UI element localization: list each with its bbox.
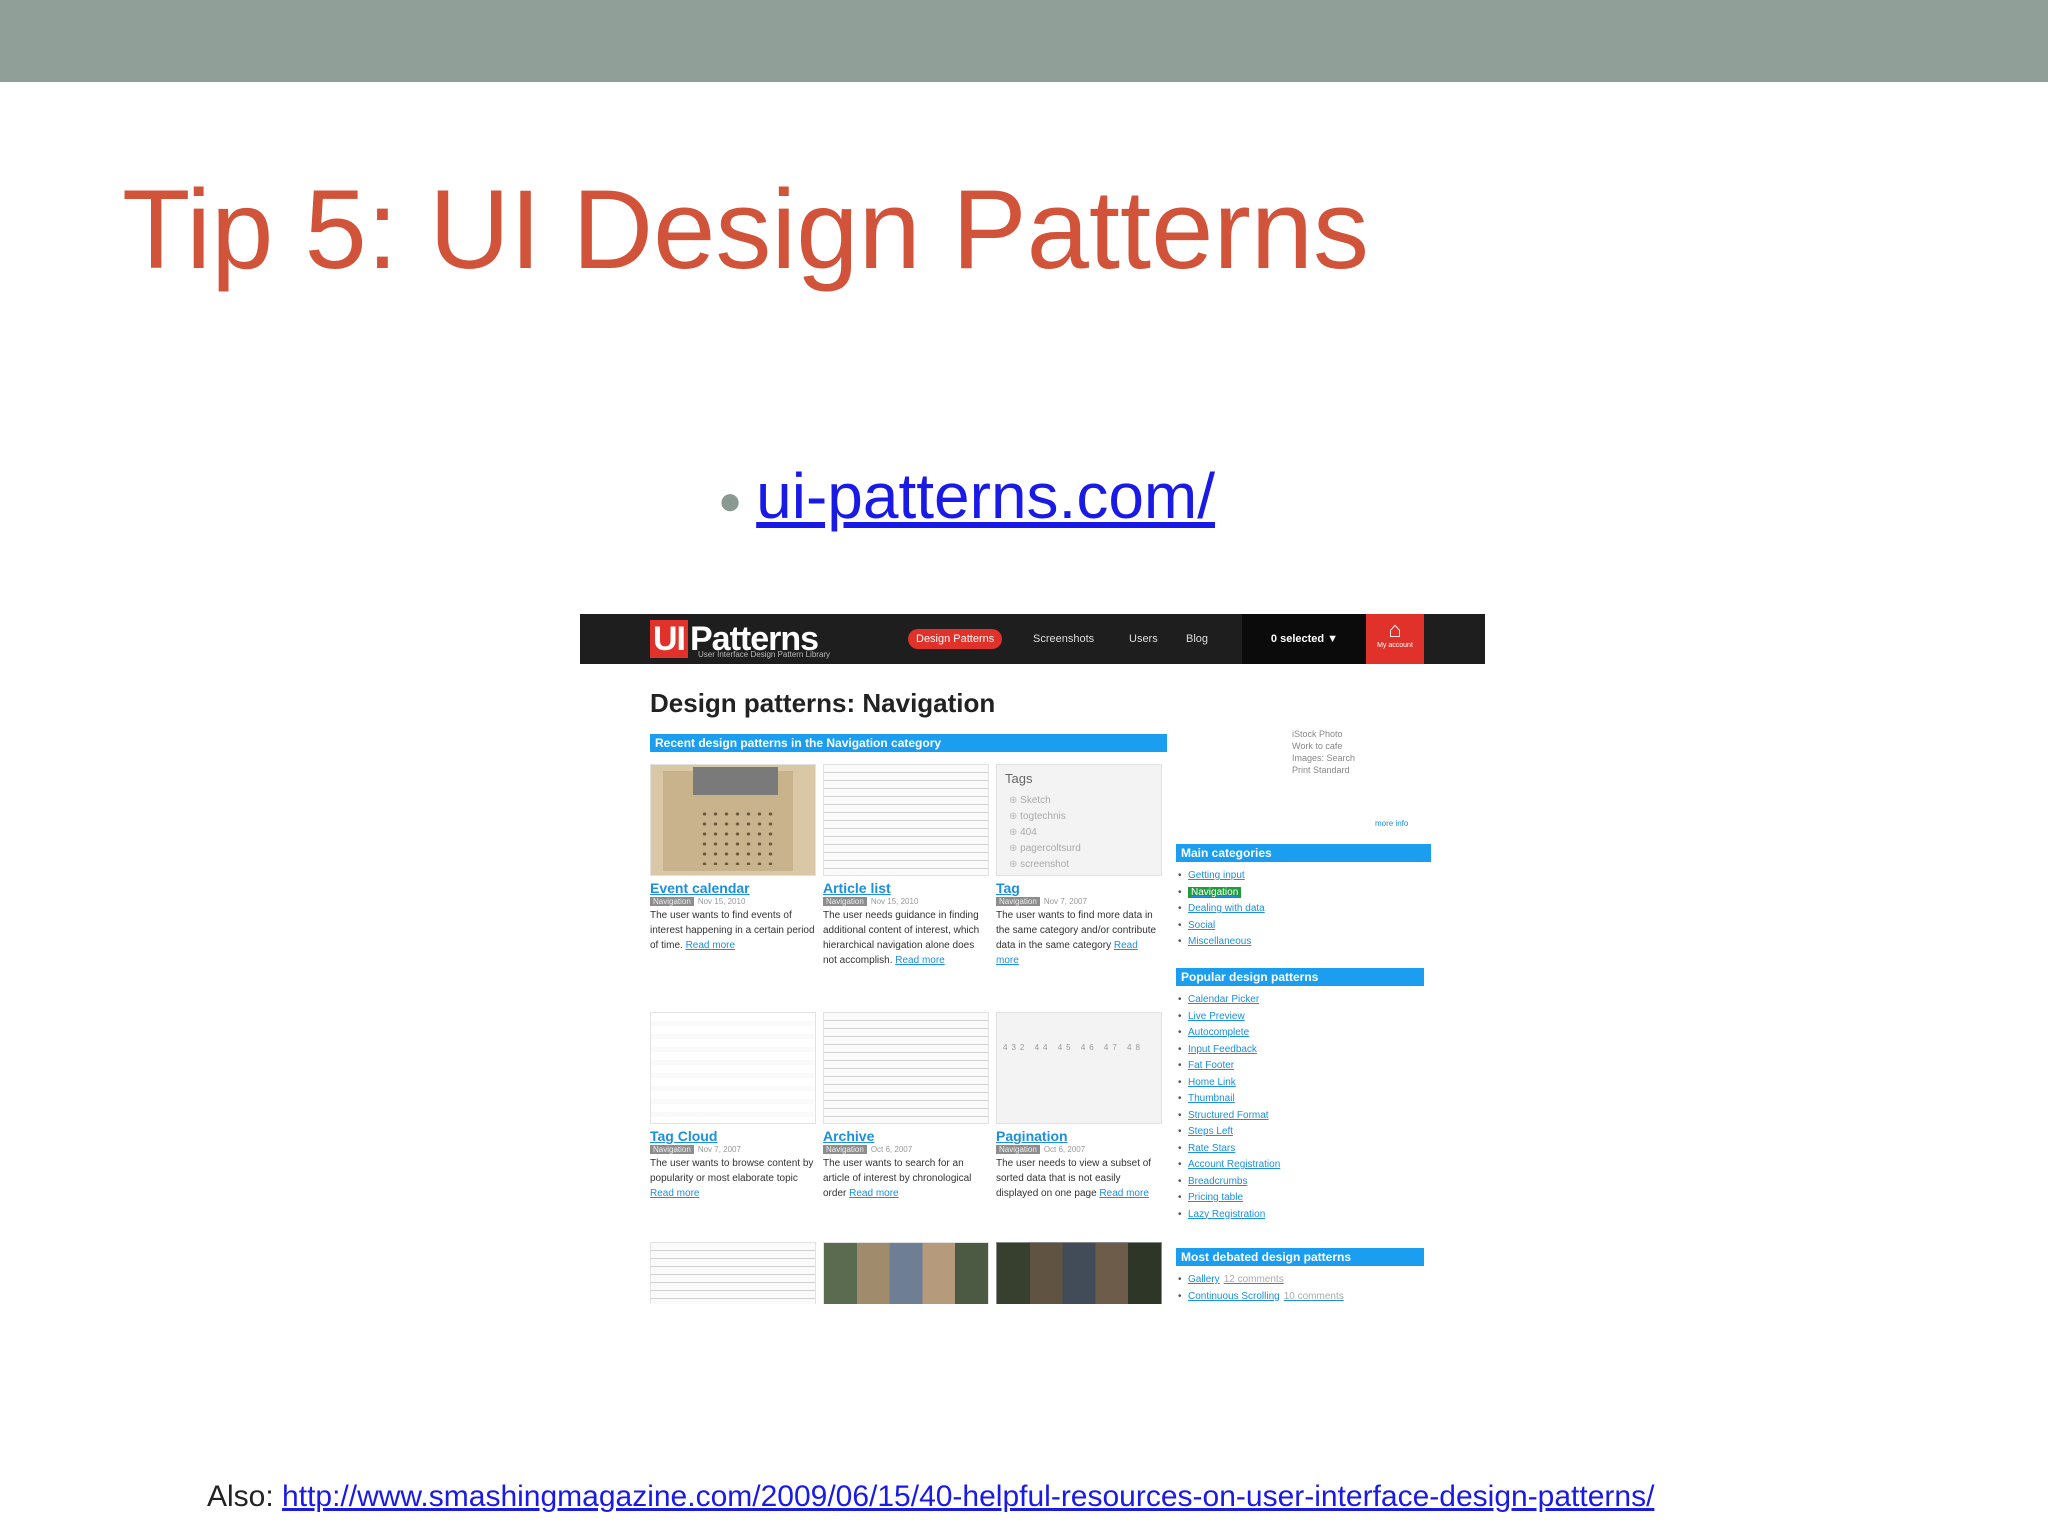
popular-pattern-link[interactable]: Lazy Registration [1178,1207,1280,1224]
pattern-meta: Navigation Nov 7, 2007 [650,1145,816,1154]
article-list-thumbnail[interactable] [823,764,989,876]
pattern-card: Archive Navigation Oct 6, 2007 The user w… [823,1012,989,1201]
tag-item: Sketch [1009,795,1051,806]
pattern-meta: Navigation Nov 15, 2010 [650,897,816,906]
main-categories-list: Getting input Navigation Dealing with da… [1178,868,1265,951]
read-more-link[interactable]: Read more [849,1188,898,1199]
nav-tab-design-patterns[interactable]: Design Patterns [908,629,1003,649]
debated-patterns-heading: Most debated design patterns [1176,1248,1424,1266]
pattern-card: Event calendar Navigation Nov 15, 2010 Th… [650,764,816,953]
site-logo-tagline: User Interface Design Pattern Library [698,650,831,659]
popular-pattern-link[interactable]: Input Feedback [1178,1042,1280,1059]
ui-patterns-screenshot: UI Patterns User Interface Design Pattern… [580,614,1485,1304]
pagination-thumbnail[interactable]: 432 44 45 46 47 48 [996,1012,1162,1124]
bullet-item: ● ui-patterns.com/ [718,458,1215,535]
bullet-dot-icon: ● [718,479,743,524]
popular-pattern-link[interactable]: Autocomplete [1178,1025,1280,1042]
also-line: Also: http://www.smashingmagazine.com/20… [207,1480,1654,1514]
popular-pattern-link[interactable]: Steps Left [1178,1124,1280,1141]
tags-heading: Tags [1005,771,1033,786]
also-label: Also: [207,1480,274,1513]
pattern-title-link[interactable]: Article list [823,880,989,896]
pagination-numbers: 432 44 45 46 47 48 [1003,1043,1144,1052]
sidebar-ad[interactable]: iStock Photo Work to cafe Images: Search… [1292,728,1355,776]
read-more-link[interactable]: Read more [686,940,735,951]
debated-pattern-link[interactable]: Continuous Scrolling10 comments [1178,1289,1344,1305]
recent-patterns-bar: Recent design patterns in the Navigation… [650,734,1167,752]
debated-patterns-list: Gallery12 comments Continuous Scrolling1… [1178,1272,1344,1304]
my-account-label: My account [1377,642,1413,649]
page-heading: Design patterns: Navigation [650,688,996,718]
nav-tab-users[interactable]: Users [1121,629,1166,649]
popular-pattern-link[interactable]: Fat Footer [1178,1058,1280,1075]
popular-pattern-link[interactable]: Rate Stars [1178,1141,1280,1158]
pattern-title-link[interactable]: Pagination [996,1128,1162,1144]
pattern-meta: Navigation Oct 6, 2007 [996,1145,1162,1154]
popular-pattern-link[interactable]: Home Link [1178,1075,1280,1092]
pattern-card: Tags Sketch togtechnis 404 pagercoltsurd… [996,764,1162,968]
popular-pattern-link[interactable]: Pricing table [1178,1190,1280,1207]
read-more-link[interactable]: Read more [895,955,944,966]
selected-dropdown[interactable]: 0 selected ▼ [1242,614,1367,664]
sidebar-more-link[interactable]: more info [1375,819,1408,828]
tag-item: pagercoltsurd [1009,843,1081,854]
popular-patterns-heading: Popular design patterns [1176,968,1424,986]
category-link[interactable]: Social [1178,918,1265,935]
popular-pattern-link[interactable]: Breadcrumbs [1178,1174,1280,1191]
category-link[interactable]: Dealing with data [1178,901,1265,918]
pattern-description: The user needs to view a subset of sorte… [996,1158,1152,1199]
tag-cloud-thumbnail[interactable] [650,1012,816,1124]
pattern-card: Tag Cloud Navigation Nov 7, 2007 The user… [650,1012,816,1201]
pattern-description: The user wants to browse content by popu… [650,1158,814,1199]
debated-pattern-link[interactable]: Gallery12 comments [1178,1272,1344,1289]
pattern-thumbnail[interactable] [650,1242,816,1304]
smashing-magazine-link[interactable]: http://www.smashingmagazine.com/2009/06/… [282,1480,1654,1513]
pattern-thumbnail[interactable] [996,1242,1162,1304]
pattern-title-link[interactable]: Tag [996,880,1162,896]
popular-pattern-link[interactable]: Live Preview [1178,1009,1280,1026]
event-calendar-thumbnail[interactable] [650,764,816,876]
nav-tab-blog[interactable]: Blog [1178,629,1216,649]
read-more-link[interactable]: Read more [1099,1188,1148,1199]
pattern-description: The user needs guidance in finding addit… [823,910,980,966]
tag-item: togtechnis [1009,811,1066,822]
popular-pattern-link[interactable]: Thumbnail [1178,1091,1280,1108]
nav-tab-screenshots[interactable]: Screenshots [1025,629,1102,649]
pattern-meta: Navigation Oct 6, 2007 [823,1145,989,1154]
popular-patterns-list: Calendar Picker Live Preview Autocomplet… [1178,992,1280,1223]
tag-thumbnail[interactable]: Tags Sketch togtechnis 404 pagercoltsurd… [996,764,1162,876]
pattern-title-link[interactable]: Archive [823,1128,989,1144]
ui-patterns-link[interactable]: ui-patterns.com/ [756,460,1215,532]
popular-pattern-link[interactable]: Account Registration [1178,1157,1280,1174]
pattern-description: The user wants to find more data in the … [996,910,1157,966]
main-categories-heading: Main categories [1176,844,1431,862]
category-link[interactable]: Miscellaneous [1178,934,1265,951]
category-link[interactable]: Getting input [1178,868,1265,885]
tag-item: 404 [1009,827,1037,838]
archive-thumbnail[interactable] [823,1012,989,1124]
pattern-card: 432 44 45 46 47 48 Pagination Navigation… [996,1012,1162,1201]
pattern-title-link[interactable]: Event calendar [650,880,816,896]
category-link-active[interactable]: Navigation [1178,885,1265,902]
home-icon: ⌂ [1388,617,1402,642]
my-account-button[interactable]: ⌂ My account [1366,614,1424,664]
pattern-card: Article list Navigation Nov 15, 2010 The … [823,764,989,968]
pattern-title-link[interactable]: Tag Cloud [650,1128,816,1144]
popular-pattern-link[interactable]: Structured Format [1178,1108,1280,1125]
tag-item: screenshot [1009,859,1069,870]
pattern-meta: Navigation Nov 15, 2010 [823,897,989,906]
slide-title: Tip 5: UI Design Patterns [122,167,1370,292]
popular-pattern-link[interactable]: Calendar Picker [1178,992,1280,1009]
pattern-meta: Navigation Nov 7, 2007 [996,897,1162,906]
slide-top-bar [0,0,2048,82]
read-more-link[interactable]: Read more [650,1188,699,1199]
pattern-description: The user wants to search for an article … [823,1158,972,1199]
site-nav-bar: UI Patterns User Interface Design Pattern… [580,614,1485,664]
pattern-description: The user wants to find events of interes… [650,910,815,951]
pattern-thumbnail[interactable] [823,1242,989,1304]
